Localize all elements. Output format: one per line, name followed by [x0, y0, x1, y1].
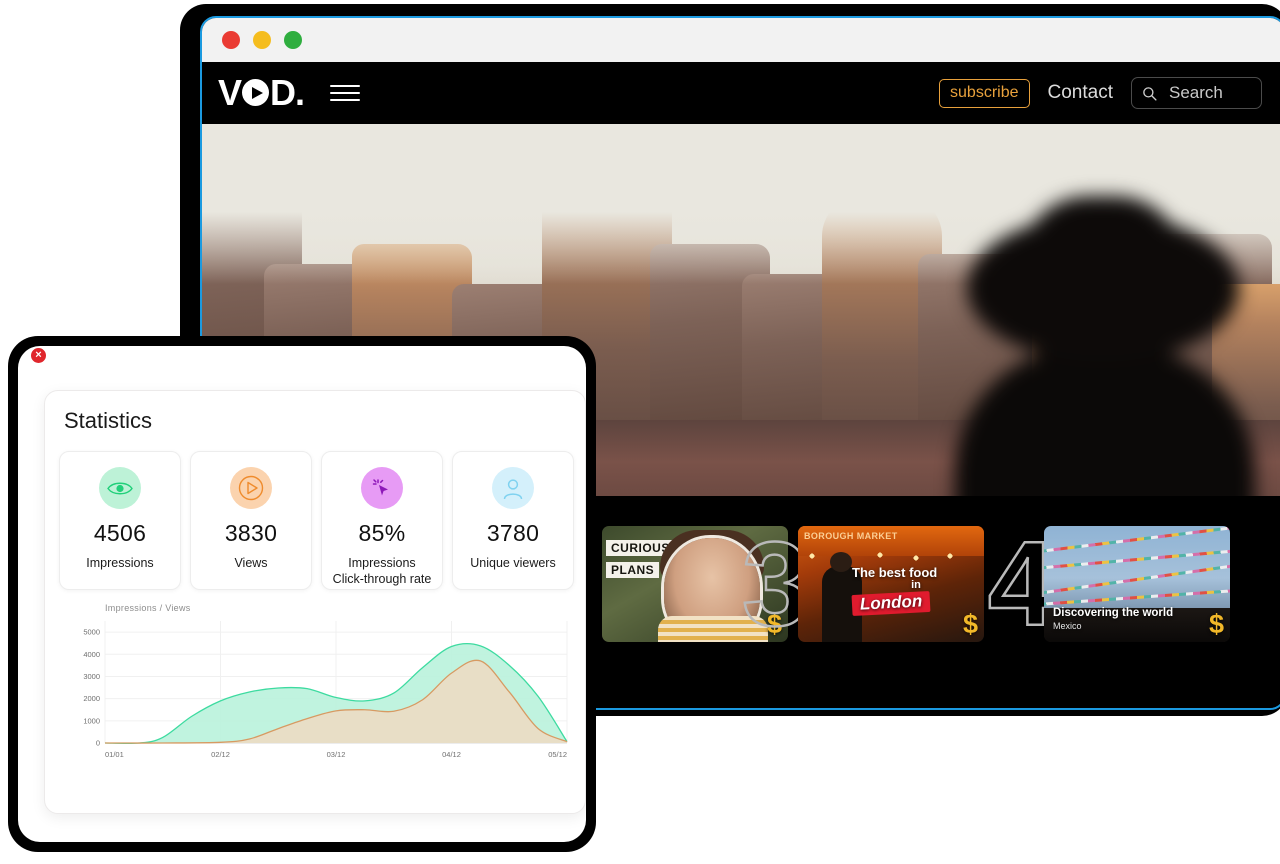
logo-letter-v: V: [218, 72, 242, 113]
statistics-popup-body: Statistics 4506 Impressions 3830 Views 8…: [18, 346, 586, 842]
kpi-impressions-value: 4506: [93, 520, 147, 546]
svg-text:5000: 5000: [83, 628, 100, 637]
contact-link[interactable]: Contact: [1048, 82, 1113, 104]
kpi-views-value: 3830: [224, 520, 278, 546]
window-minimize-button[interactable]: [253, 31, 271, 49]
play-icon: [230, 467, 272, 509]
thumb3-price-badge: $: [1208, 609, 1224, 639]
svg-text:01/01: 01/01: [105, 750, 124, 759]
kpi-ctr[interactable]: 85% Impressions Click-through rate: [321, 451, 443, 590]
browser-titlebar: [202, 18, 1280, 62]
page-title: Statistics: [64, 408, 153, 433]
thumb1-subtitle: PLANS: [606, 562, 660, 578]
kpi-unique-viewers-value: 3780: [486, 520, 540, 546]
close-icon[interactable]: ×: [31, 348, 46, 363]
svg-text:03/12: 03/12: [327, 750, 346, 759]
thumb2-market-sign: BOROUGH MARKET: [804, 531, 898, 541]
search-box[interactable]: [1131, 77, 1262, 109]
navbar-actions: subscribe Contact: [939, 77, 1262, 109]
site-logo[interactable]: V D.: [218, 72, 305, 114]
search-icon: [1143, 86, 1157, 101]
kpi-impressions-label: Impressions: [86, 556, 154, 570]
search-input[interactable]: [1169, 83, 1247, 103]
kpi-ctr-value: 85%: [358, 520, 406, 546]
kpi-row: 4506 Impressions 3830 Views 85% Impressi…: [59, 451, 574, 590]
screen-root: V D. subscribe Contact Search CURIOUS PL…: [0, 0, 1280, 864]
svg-text:02/12: 02/12: [211, 750, 230, 759]
logo-letter-d: D.: [270, 72, 305, 113]
click-icon: [361, 467, 403, 509]
kpi-impressions[interactable]: 4506 Impressions: [59, 451, 181, 590]
thumb2-place: London: [851, 591, 931, 617]
video-thumbnail-2[interactable]: BOROUGH MARKET The best food in London $: [798, 526, 984, 642]
eye-icon: [99, 467, 141, 509]
subscribe-button[interactable]: subscribe: [939, 78, 1030, 108]
svg-text:05/12: 05/12: [548, 750, 567, 759]
thumb3-subtitle: Mexico: [1053, 620, 1082, 631]
kpi-ctr-label-line2: Click-through rate: [332, 571, 432, 586]
thumb3-title: Discovering the world: [1053, 607, 1174, 620]
svg-text:04/12: 04/12: [442, 750, 461, 759]
kpi-views[interactable]: 3830 Views: [190, 451, 312, 590]
kpi-unique-viewers[interactable]: 3780 Unique viewers: [452, 451, 574, 590]
chart-canvas: 0 1000 2000 3000 4000 5000 01/01 02/12 03/12 04/1…: [83, 621, 568, 759]
hamburger-icon[interactable]: [330, 85, 361, 101]
statistics-card: Statistics 4506 Impressions 3830 Views 8…: [44, 390, 586, 814]
logo-play-icon: [242, 79, 270, 106]
svg-text:3000: 3000: [83, 672, 100, 681]
kpi-unique-viewers-label: Unique viewers: [470, 556, 556, 570]
svg-text:4000: 4000: [83, 650, 100, 659]
statistics-popup: Statistics 4506 Impressions 3830 Views 8…: [8, 336, 596, 852]
svg-text:2000: 2000: [83, 694, 100, 703]
video-thumbnail-3[interactable]: Discovering the world Mexico $: [1044, 526, 1230, 642]
thumb2-title: The best food: [852, 565, 938, 580]
svg-text:1000: 1000: [83, 716, 100, 725]
svg-text:0: 0: [96, 739, 100, 748]
thumb2-price-badge: $: [962, 609, 978, 639]
window-close-button[interactable]: [222, 31, 240, 49]
kpi-ctr-label-line1: Impressions: [348, 556, 416, 570]
kpi-views-label: Views: [234, 556, 268, 570]
chart-legend: Impressions / Views: [105, 603, 191, 613]
impressions-views-chart: Impressions / Views 0 1000 2000 3000 4000 500…: [63, 603, 573, 783]
kpi-ctr-label: Impressions Click-through rate: [333, 556, 432, 587]
window-maximize-button[interactable]: [284, 31, 302, 49]
thumb2-in-word: in: [911, 578, 921, 591]
user-icon: [492, 467, 534, 509]
site-navbar: V D. subscribe Contact: [202, 62, 1280, 124]
